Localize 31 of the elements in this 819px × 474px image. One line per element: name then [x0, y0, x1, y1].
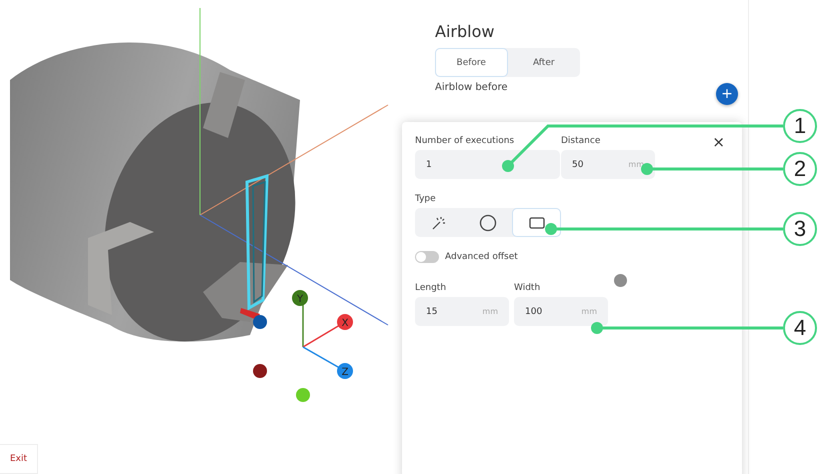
callout-number: 3 — [783, 212, 817, 246]
tab[interactable]: After — [508, 48, 580, 77]
rectangle-icon — [528, 216, 545, 228]
toggle-switch[interactable] — [415, 251, 439, 263]
axis-handle[interactable]: X — [337, 314, 353, 330]
field-label: Length — [415, 283, 448, 293]
type-option[interactable] — [512, 208, 562, 237]
close-button[interactable]: × — [708, 133, 729, 151]
axis-dot[interactable] — [253, 315, 267, 329]
panel-title: Airblow — [435, 22, 496, 41]
cursor-dot — [614, 274, 627, 287]
section-label: Airblow before — [435, 82, 508, 93]
field-label: Width — [514, 283, 542, 293]
field-label: Distance — [561, 136, 602, 146]
wand-icon — [431, 214, 448, 230]
axis-dot[interactable] — [253, 364, 267, 378]
tab[interactable]: Before — [435, 48, 508, 77]
executions-field[interactable]: 1 — [415, 150, 560, 179]
exit-button[interactable]: Exit — [0, 444, 38, 474]
length-field[interactable]: 15 mm — [415, 297, 509, 326]
circle-icon — [479, 214, 497, 232]
toggle-label: Advanced offset — [445, 252, 518, 262]
field-label: Number of executions — [415, 136, 516, 146]
axis-dot[interactable] — [296, 388, 310, 402]
add-button[interactable]: + — [716, 83, 738, 105]
width-field[interactable]: 100 mm — [514, 297, 608, 326]
axis-handle[interactable]: Z — [337, 363, 353, 379]
field-label: Type — [415, 194, 437, 204]
callout-number: 2 — [783, 152, 817, 186]
callout-number: 4 — [783, 311, 817, 345]
callout-number: 1 — [783, 109, 817, 143]
